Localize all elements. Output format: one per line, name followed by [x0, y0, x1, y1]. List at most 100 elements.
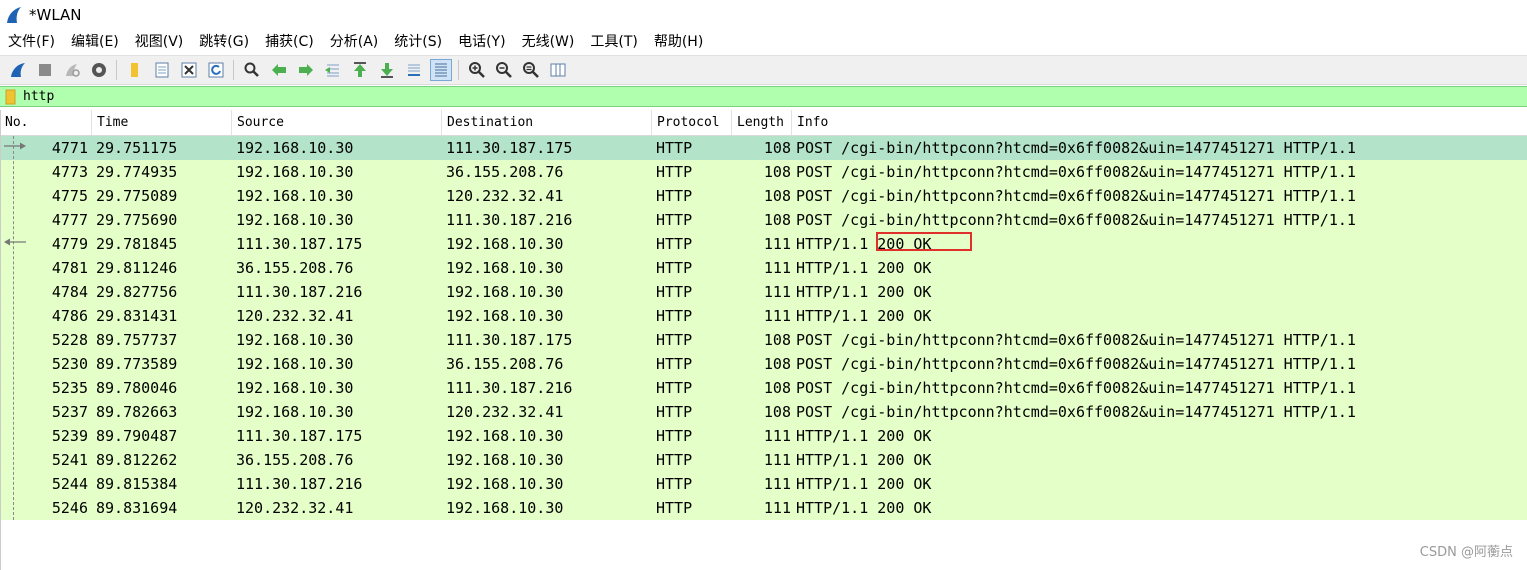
open-file-button[interactable] — [124, 59, 146, 81]
go-to-packet-button[interactable] — [322, 59, 344, 81]
table-row[interactable]: 5228 89.757737 192.168.10.30 111.30.187.… — [0, 328, 1527, 352]
packet-protocol: HTTP — [656, 475, 693, 493]
colorize-button[interactable] — [429, 59, 452, 81]
table-row[interactable]: 4779 29.781845 111.30.187.175 192.168.10… — [0, 232, 1527, 256]
packet-time: 89.782663 — [96, 403, 178, 421]
menu-go[interactable]: 跳转(G) — [191, 30, 257, 54]
table-row[interactable]: 5235 89.780046 192.168.10.30 111.30.187.… — [0, 376, 1527, 400]
packet-info: HTTP/1.1 200 OK — [796, 499, 932, 517]
menu-statistics[interactable]: 统计(S) — [386, 30, 450, 54]
packet-protocol: HTTP — [656, 283, 693, 301]
packet-destination: 192.168.10.30 — [446, 499, 564, 517]
packet-protocol: HTTP — [656, 211, 693, 229]
start-capture-button[interactable] — [7, 59, 29, 81]
packet-protocol: HTTP — [656, 307, 693, 325]
autoscroll-button[interactable] — [403, 59, 425, 81]
column-header-no[interactable]: No. — [0, 110, 92, 135]
packet-time: 29.831431 — [96, 307, 178, 325]
packet-time: 89.757737 — [96, 331, 178, 349]
packet-destination: 192.168.10.30 — [446, 307, 564, 325]
menu-tools[interactable]: 工具(T) — [582, 30, 645, 54]
last-packet-button[interactable] — [376, 59, 398, 81]
column-header-time[interactable]: Time — [92, 110, 232, 135]
packet-length: 111 — [763, 475, 791, 493]
watermark: CSDN @阿蘅点 — [1419, 545, 1513, 560]
window-left-border — [0, 110, 1, 570]
menu-file[interactable]: 文件(F) — [0, 30, 63, 54]
packet-protocol: HTTP — [656, 451, 693, 469]
close-file-button[interactable] — [178, 59, 200, 81]
restart-capture-button[interactable] — [61, 59, 83, 81]
packet-destination: 120.232.32.41 — [446, 403, 564, 421]
table-row[interactable]: 4771 29.751175 192.168.10.30 111.30.187.… — [0, 136, 1527, 160]
zoom-out-button[interactable] — [493, 59, 515, 81]
capture-options-button[interactable] — [88, 59, 110, 81]
toolbar-separator — [116, 60, 117, 80]
packet-time: 89.790487 — [96, 427, 178, 445]
zoom-in-button[interactable] — [466, 59, 488, 81]
go-forward-button[interactable] — [295, 59, 317, 81]
menu-analyze[interactable]: 分析(A) — [322, 30, 387, 54]
menu-edit[interactable]: 编辑(E) — [63, 30, 127, 54]
packet-time: 89.780046 — [96, 379, 178, 397]
packet-protocol: HTTP — [656, 163, 693, 181]
table-row[interactable]: 4786 29.831431 120.232.32.41 192.168.10.… — [0, 304, 1527, 328]
packet-info: POST /cgi-bin/httpconn?htcmd=0x6ff0082&u… — [796, 211, 1356, 229]
table-row[interactable]: 5246 89.831694 120.232.32.41 192.168.10.… — [0, 496, 1527, 520]
go-back-button[interactable] — [268, 59, 290, 81]
menu-capture[interactable]: 捕获(C) — [257, 30, 322, 54]
column-header-length[interactable]: Length — [732, 110, 792, 135]
menu-telephony[interactable]: 电话(Y) — [450, 30, 513, 54]
normal-size-button[interactable] — [520, 59, 542, 81]
find-packet-button[interactable] — [241, 59, 263, 81]
packet-length: 108 — [763, 331, 791, 349]
table-row[interactable]: 5239 89.790487 111.30.187.175 192.168.10… — [0, 424, 1527, 448]
first-packet-button[interactable] — [349, 59, 371, 81]
packet-destination: 111.30.187.175 — [446, 139, 573, 157]
menu-view[interactable]: 视图(V) — [127, 30, 192, 54]
packet-source: 192.168.10.30 — [236, 403, 354, 421]
window-title: *WLAN — [29, 6, 82, 24]
table-row[interactable]: 5230 89.773589 192.168.10.30 36.155.208.… — [0, 352, 1527, 376]
related-packet-line — [13, 136, 14, 520]
packet-info: HTTP/1.1 200 OK — [796, 307, 932, 325]
packet-source: 111.30.187.175 — [236, 427, 363, 445]
reload-file-button[interactable] — [205, 59, 227, 81]
column-header-protocol[interactable]: Protocol — [652, 110, 732, 135]
packet-length: 111 — [763, 451, 791, 469]
packet-list: No. Time Source Destination Protocol Len… — [0, 110, 1527, 570]
zoom-reset-icon — [522, 62, 539, 78]
packet-time: 29.774935 — [96, 163, 178, 181]
menu-bar: 文件(F) 编辑(E) 视图(V) 跳转(G) 捕获(C) 分析(A) 统计(S… — [0, 30, 1527, 54]
table-row[interactable]: 5237 89.782663 192.168.10.30 120.232.32.… — [0, 400, 1527, 424]
packet-time: 29.751175 — [96, 139, 178, 157]
packet-protocol: HTTP — [656, 235, 693, 253]
packet-destination: 111.30.187.216 — [446, 379, 573, 397]
packet-protocol: HTTP — [656, 355, 693, 373]
table-row[interactable]: 4777 29.775690 192.168.10.30 111.30.187.… — [0, 208, 1527, 232]
table-row[interactable]: 4784 29.827756 111.30.187.216 192.168.10… — [0, 280, 1527, 304]
packet-time: 89.831694 — [96, 499, 178, 517]
column-header-source[interactable]: Source — [232, 110, 442, 135]
document-icon — [155, 62, 168, 78]
display-filter-input[interactable] — [23, 89, 1503, 104]
packet-info: POST /cgi-bin/httpconn?htcmd=0x6ff0082&u… — [796, 379, 1356, 397]
packet-destination: 36.155.208.76 — [446, 355, 564, 373]
column-header-info[interactable]: Info — [792, 110, 1527, 135]
goto-packet-icon — [324, 64, 339, 77]
table-row[interactable]: 5241 89.812262 36.155.208.76 192.168.10.… — [0, 448, 1527, 472]
toolbar-separator — [458, 60, 459, 80]
stop-capture-button[interactable] — [34, 59, 56, 81]
packet-source: 192.168.10.30 — [236, 331, 354, 349]
table-row[interactable]: 4775 29.775089 192.168.10.30 120.232.32.… — [0, 184, 1527, 208]
menu-wireless[interactable]: 无线(W) — [514, 30, 583, 54]
resize-columns-button[interactable] — [547, 59, 569, 81]
save-file-button[interactable] — [151, 59, 173, 81]
packet-source: 192.168.10.30 — [236, 355, 354, 373]
table-row[interactable]: 4781 29.811246 36.155.208.76 192.168.10.… — [0, 256, 1527, 280]
filter-bookmark-icon[interactable] — [4, 89, 18, 105]
menu-help[interactable]: 帮助(H) — [646, 30, 711, 54]
column-header-destination[interactable]: Destination — [442, 110, 652, 135]
table-row[interactable]: 4773 29.774935 192.168.10.30 36.155.208.… — [0, 160, 1527, 184]
table-row[interactable]: 5244 89.815384 111.30.187.216 192.168.10… — [0, 472, 1527, 496]
